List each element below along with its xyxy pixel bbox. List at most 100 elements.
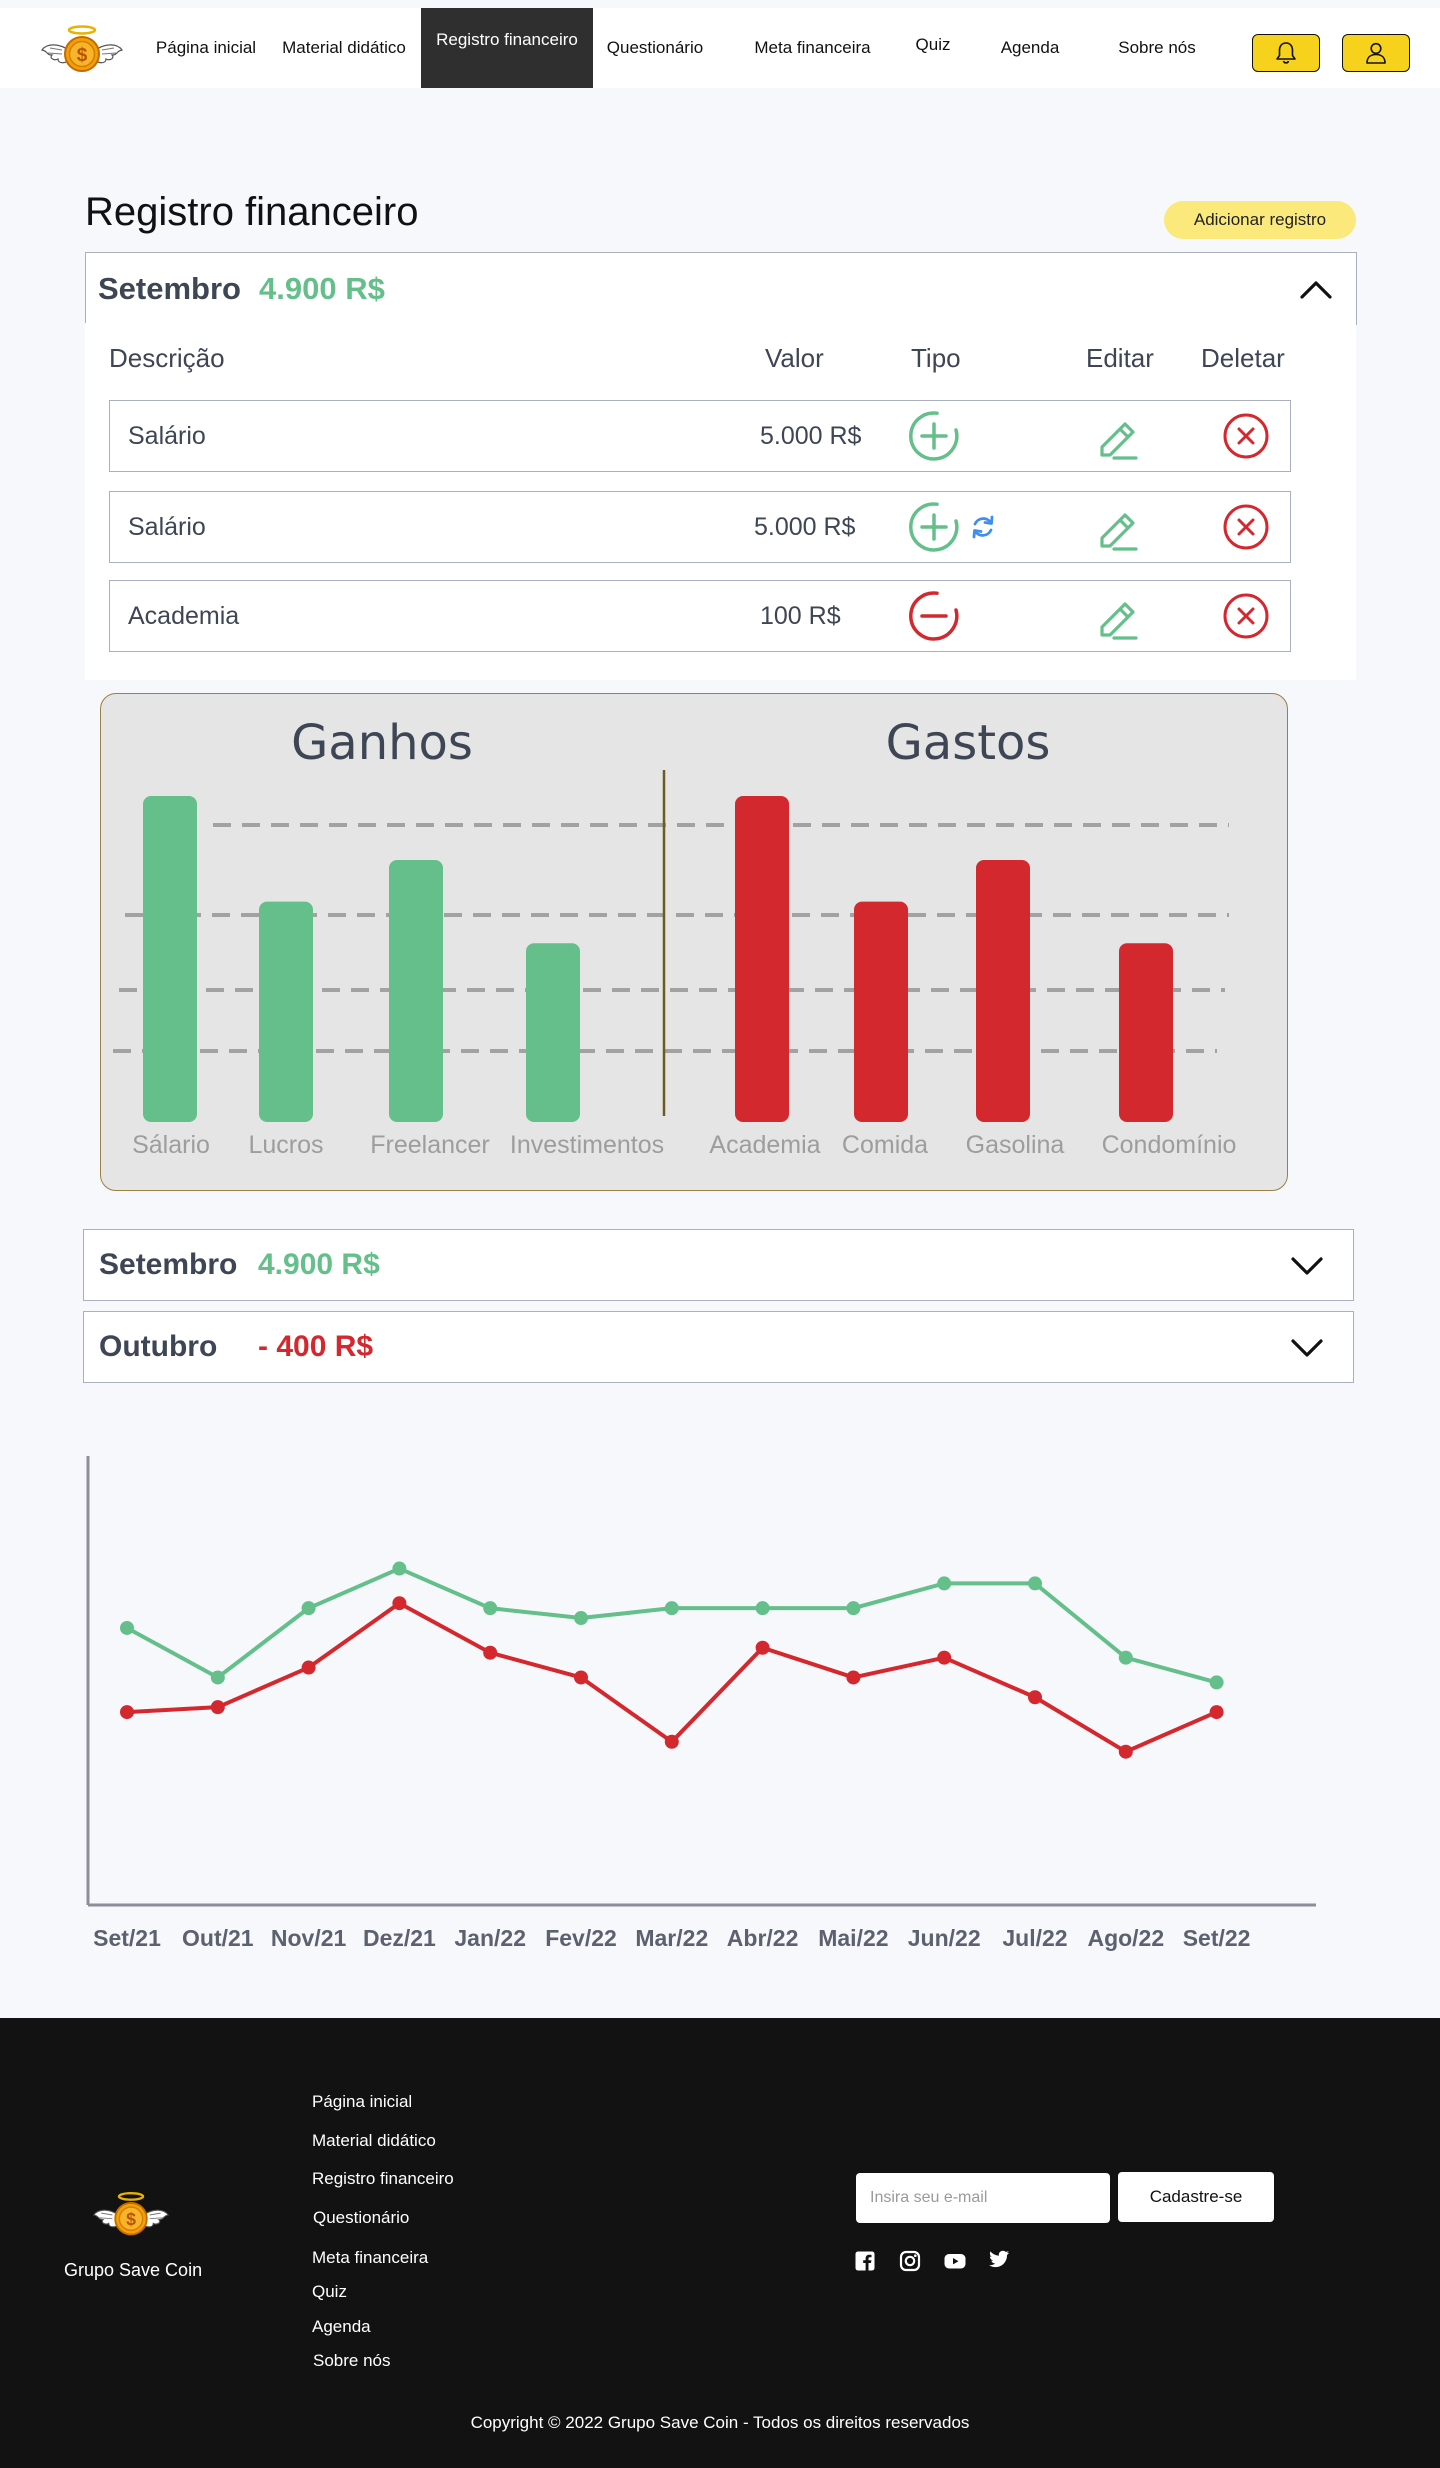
expense-point: [1028, 1690, 1042, 1705]
row-value: 5.000 R$: [754, 512, 856, 541]
nav-meta-financeira[interactable]: Meta financeira: [745, 8, 880, 88]
income-point: [392, 1561, 407, 1576]
footer-link-quiz[interactable]: Quiz: [312, 2282, 347, 2302]
profile-button[interactable]: [1342, 34, 1410, 72]
row-description: Academia: [128, 601, 240, 630]
x-tick-label: Dez/21: [363, 1925, 436, 1951]
bar-investimentos: [526, 943, 580, 1122]
footer-link-agenda[interactable]: Agenda: [312, 2317, 371, 2337]
edit-icon[interactable]: [1092, 591, 1142, 641]
x-tick-label: Nov/21: [271, 1925, 347, 1951]
youtube-icon[interactable]: [943, 2249, 967, 2273]
income-expense-bar-chart-card: Ganhos Sálario Lucros Freelancer Investiment…: [100, 693, 1288, 1191]
twitter-icon[interactable]: [987, 2247, 1011, 2271]
table-row: Salário 5.000 R$: [109, 400, 1291, 472]
table-row: Academia 100 R$: [109, 580, 1291, 652]
income-point: [1209, 1675, 1224, 1690]
income-point: [483, 1601, 498, 1616]
income-point: [574, 1611, 588, 1626]
expense-point: [846, 1670, 861, 1685]
month-total: 4.900 R$: [258, 1248, 380, 1281]
footer-link-registro-financeiro[interactable]: Registro financeiro: [312, 2169, 454, 2189]
newsletter-email-input[interactable]: [856, 2173, 1110, 2223]
x-tick-label: Mai/22: [818, 1925, 888, 1951]
chevron-up-icon[interactable]: [1298, 273, 1334, 303]
income-expense-bar-chart: Ganhos Sálario Lucros Freelancer Investiment…: [113, 715, 1237, 1159]
bar-label: Condomínio: [1102, 1131, 1237, 1159]
edit-icon[interactable]: [1092, 411, 1142, 461]
income-icon: [907, 500, 961, 554]
nav-questionario[interactable]: Questionário: [600, 8, 710, 88]
income-point: [210, 1670, 225, 1685]
month-total: 4.900 R$: [259, 270, 385, 306]
x-tick-label: Fev/22: [545, 1925, 617, 1951]
footer-link-sobre-nos[interactable]: Sobre nós: [313, 2351, 391, 2371]
bar-label: Freelancer: [370, 1131, 490, 1159]
nav-quiz[interactable]: Quiz: [905, 8, 961, 88]
bar-academia: [735, 796, 789, 1122]
expense-point: [574, 1670, 588, 1685]
chart-group-title: Gastos: [886, 715, 1051, 771]
income-point: [664, 1601, 679, 1616]
month-accordion-setembro[interactable]: Setembro 4.900 R$: [83, 1229, 1354, 1301]
delete-icon[interactable]: [1221, 411, 1271, 461]
footer-link-meta-financeira[interactable]: Meta financeira: [312, 2248, 428, 2268]
x-tick-label: Abr/22: [727, 1925, 799, 1951]
header-editar: Editar: [1086, 343, 1154, 373]
footer-brand: Grupo Save Coin: [64, 2260, 203, 2280]
income-icon: [907, 409, 961, 463]
expense-point: [1209, 1705, 1224, 1720]
bar-sálario: [143, 796, 197, 1122]
expense-point: [301, 1660, 316, 1675]
header-valor: Valor: [765, 343, 824, 373]
income-point: [120, 1620, 134, 1635]
save-coin-logo[interactable]: [92, 2190, 170, 2240]
nav-material-didatico[interactable]: Material didático: [274, 8, 414, 88]
delete-icon[interactable]: [1221, 502, 1271, 552]
expense-point: [755, 1640, 770, 1655]
month-accordion-outubro[interactable]: Outubro - 400 R$: [83, 1311, 1354, 1383]
nav-registro-financeiro[interactable]: Registro financeiro: [421, 8, 593, 88]
expense-point: [483, 1645, 498, 1660]
month-name: Setembro: [98, 270, 241, 306]
save-coin-logo[interactable]: [40, 24, 124, 76]
bar-comida: [854, 901, 908, 1122]
month-accordion-open[interactable]: Setembro 4.900 R$: [85, 252, 1357, 325]
x-tick-label: Jan/22: [454, 1925, 526, 1951]
nav-pagina-inicial[interactable]: Página inicial: [150, 8, 262, 88]
table-row: Salário 5.000 R$: [109, 491, 1291, 563]
expense-point: [664, 1734, 679, 1749]
expense-point: [120, 1705, 134, 1720]
bar-freelancer: [389, 860, 443, 1122]
bar-label: Investimentos: [510, 1131, 664, 1159]
x-tick-label: Jul/22: [1002, 1925, 1067, 1951]
delete-icon[interactable]: [1221, 591, 1271, 641]
expense-point: [937, 1650, 952, 1665]
chevron-down-icon[interactable]: [1289, 1251, 1325, 1281]
footer-link-material-didatico[interactable]: Material didático: [312, 2131, 436, 2151]
add-record-button[interactable]: Adicionar registro: [1164, 201, 1356, 239]
x-tick-label: Set/21: [93, 1925, 161, 1951]
footer: Grupo Save Coin Página inicial Material …: [0, 2018, 1440, 2468]
nav-sobre-nos[interactable]: Sobre nós: [1110, 8, 1204, 88]
records-table: Descrição Valor Tipo Editar Deletar Salá…: [85, 323, 1356, 680]
footer-link-pagina-inicial[interactable]: Página inicial: [312, 2092, 412, 2112]
monthly-balance-line-chart: Set/21 Out/21 Nov/21 Dez/21 Jan/22 Fev/22 Mar/…: [86, 1456, 1316, 1951]
chart-group-title: Ganhos: [291, 715, 473, 771]
income-point: [1118, 1650, 1133, 1665]
notifications-button[interactable]: [1252, 34, 1320, 72]
recurring-sync-icon: [968, 512, 998, 542]
header-deletar: Deletar: [1201, 343, 1285, 373]
bar-label: Lucros: [248, 1131, 323, 1159]
facebook-icon[interactable]: [853, 2249, 877, 2273]
footer-link-questionario[interactable]: Questionário: [313, 2208, 409, 2228]
nav-agenda[interactable]: Agenda: [990, 8, 1070, 88]
copyright: Copyright © 2022 Grupo Save Coin - Todos…: [470, 2413, 970, 2432]
instagram-icon[interactable]: [898, 2249, 922, 2273]
month-name: Setembro: [99, 1248, 238, 1281]
edit-icon[interactable]: [1092, 502, 1142, 552]
newsletter-submit-button[interactable]: Cadastre-se: [1118, 2172, 1274, 2222]
month-name: Outubro: [99, 1330, 218, 1363]
bar-lucros: [259, 901, 313, 1122]
chevron-down-icon[interactable]: [1289, 1333, 1325, 1363]
